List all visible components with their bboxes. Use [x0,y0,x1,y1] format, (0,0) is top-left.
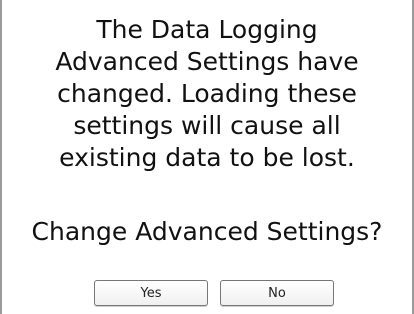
message-line: changed. Loading these [57,79,357,108]
message-line: The Data Logging [96,15,318,44]
confirmation-screen: The Data Logging Advanced Settings have … [0,0,414,314]
dialog-button-row: Yes No [94,280,336,308]
confirmation-question: Change Advanced Settings? [31,217,383,246]
message-line: Advanced Settings have [55,47,359,76]
warning-message: The Data Logging Advanced Settings have … [0,14,414,174]
message-line: settings will cause all [73,111,341,140]
message-line: existing data to be lost. [59,143,355,172]
yes-button[interactable]: Yes [94,280,208,306]
no-button[interactable]: No [220,280,334,306]
